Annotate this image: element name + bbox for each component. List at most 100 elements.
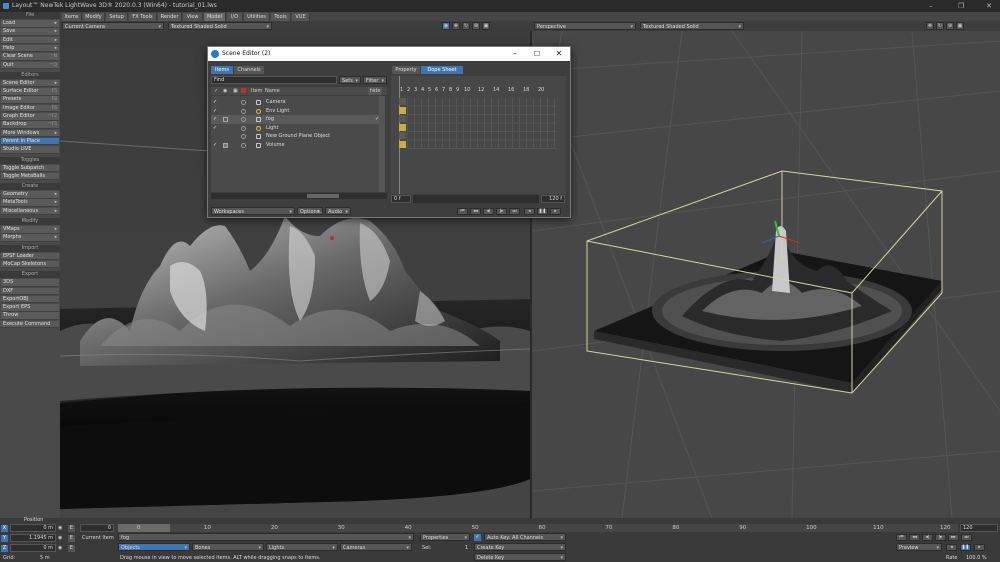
tool-button[interactable]: Export EPS	[1, 304, 59, 312]
find-input[interactable]: Find	[211, 76, 337, 84]
list-item[interactable]: ✓ fog ✓	[211, 115, 385, 124]
preview-select[interactable]: Preview	[896, 543, 942, 551]
frame-end-field[interactable]: 120 f	[541, 195, 565, 203]
sets-select[interactable]: Sets	[339, 76, 361, 84]
se-maximize-icon[interactable]: ☐	[526, 47, 548, 61]
dope-key[interactable]	[399, 132, 406, 139]
se-prev-frame-icon[interactable]: ◂|	[483, 208, 494, 215]
se-prev-key-icon[interactable]: ◂◂	[470, 208, 481, 215]
list-item[interactable]: ✓ Volume	[211, 141, 385, 150]
tool-button[interactable]: VMaps ▸	[1, 226, 59, 234]
close-icon[interactable]: ✕	[980, 1, 998, 11]
tab-dope-sheet[interactable]: Dope Sheet	[421, 66, 463, 74]
pause-icon[interactable]: ❚❚	[960, 544, 971, 551]
row-check[interactable]: ✓	[213, 141, 217, 150]
right-zoom-view-icon[interactable]: ⊕	[946, 22, 954, 30]
row-check[interactable]: ✓	[213, 124, 217, 133]
hide-button[interactable]: hide	[368, 87, 382, 95]
tab-channels[interactable]: Channels	[234, 66, 264, 74]
tool-button[interactable]: Surface Editor F5	[1, 88, 59, 96]
list-item[interactable]: ✓ Light	[211, 124, 385, 133]
prev-frame-icon[interactable]: ◂|	[922, 534, 933, 541]
z-position-field[interactable]: 0 m	[10, 544, 56, 552]
options-button[interactable]: Options...	[297, 207, 323, 215]
next-key-icon[interactable]: ▸▸	[948, 534, 959, 541]
list-h-scrollbar[interactable]	[211, 193, 387, 199]
dope-key[interactable]	[399, 140, 406, 148]
start-frame-field[interactable]: 0	[80, 524, 114, 532]
lock-icon[interactable]	[223, 117, 228, 122]
camera-view-icon[interactable]: ◉	[442, 22, 450, 30]
list-item[interactable]: New Ground Plane Object	[211, 132, 385, 141]
tool-button[interactable]: Presets F8	[1, 96, 59, 104]
se-last-frame-icon[interactable]: ⏭	[509, 208, 520, 215]
visibility-icon[interactable]	[241, 142, 246, 148]
se-next-frame-icon[interactable]: |▸	[496, 208, 507, 215]
menu-tab-render[interactable]: Render	[158, 13, 182, 21]
workspaces-select[interactable]: Workspaces	[211, 207, 295, 215]
menu-tab-items[interactable]: Items	[62, 13, 82, 21]
tool-button[interactable]: Help ▸	[1, 44, 59, 53]
right-move-view-icon[interactable]: ✥	[926, 22, 934, 30]
lock-icon[interactable]	[223, 142, 228, 148]
y-position-field[interactable]: 1.1945 m	[10, 534, 56, 542]
right-shading-select[interactable]: Textured Shaded Solid	[640, 22, 744, 30]
audio-button[interactable]: Audio	[325, 207, 351, 215]
tab-items[interactable]: Items	[211, 66, 233, 74]
dope-key[interactable]	[399, 115, 406, 122]
objects-select[interactable]: Objects	[118, 543, 190, 551]
tool-button[interactable]: Load ▸	[1, 20, 59, 28]
auto-key-select[interactable]: Auto Key: All Channels	[484, 533, 566, 541]
name-col-label[interactable]: Name	[265, 87, 280, 95]
row-check[interactable]: ✓	[213, 107, 217, 116]
visibility-icon[interactable]	[241, 125, 246, 131]
move-view-icon[interactable]: ✥	[452, 22, 460, 30]
menu-tab-tools[interactable]: Tools	[271, 13, 291, 21]
tool-button[interactable]: Graph Editor ^F2	[1, 113, 59, 121]
delete-key-button[interactable]: Delete Key	[474, 553, 566, 561]
row-check[interactable]: ✓	[213, 115, 217, 124]
play-back-icon[interactable]: ◂	[946, 544, 957, 551]
lights-select[interactable]: Lights	[266, 543, 338, 551]
last-frame-icon[interactable]: ⏭	[961, 534, 972, 541]
cameras-select[interactable]: Cameras	[340, 543, 412, 551]
minimize-icon[interactable]: –	[922, 1, 940, 11]
auto-key-checkbox[interactable]: ✓	[474, 534, 481, 541]
se-play-back-icon[interactable]: ◂	[524, 208, 535, 215]
end-frame-field[interactable]: 120	[960, 524, 998, 532]
tool-button[interactable]: Toggle Subpatch	[1, 164, 59, 172]
se-close-icon[interactable]: ✕	[548, 47, 570, 61]
light-marker-icon[interactable]	[330, 236, 334, 240]
next-frame-icon[interactable]: |▸	[935, 534, 946, 541]
visibility-icon[interactable]	[241, 108, 246, 114]
x-position-field[interactable]: 0 m	[10, 524, 56, 532]
tool-button[interactable]: Scene Editor ▸	[1, 79, 59, 88]
menu-tab-utilities[interactable]: Utilities	[244, 13, 270, 21]
se-first-frame-icon[interactable]: ⏮	[457, 208, 468, 215]
x-eye-icon[interactable]: ◉	[58, 525, 65, 532]
tool-button[interactable]: Image Editor F6	[1, 104, 59, 113]
y-eye-icon[interactable]: ◉	[58, 535, 65, 542]
left-shading-select[interactable]: Textured Shaded Solid	[168, 22, 272, 30]
tool-button[interactable]: Save ▸	[1, 28, 59, 36]
zoom-view-icon[interactable]: ⊕	[472, 22, 480, 30]
z-eye-icon[interactable]: ◉	[58, 545, 65, 552]
first-frame-icon[interactable]: ⏮	[896, 534, 907, 541]
scene-editor-window[interactable]: Scene Editor (2) – ☐ ✕ Items Channels Pr…	[207, 46, 571, 218]
menu-tab-modify[interactable]: Modify	[83, 13, 105, 21]
prev-key-icon[interactable]: ◂◂	[909, 534, 920, 541]
perspective-viewport[interactable]	[532, 31, 1000, 518]
create-key-button[interactable]: Create Key	[474, 543, 566, 551]
right-maximize-view-icon[interactable]: ▣	[956, 22, 964, 30]
list-scrollbar[interactable]	[379, 96, 385, 192]
tool-button[interactable]: 3DS	[1, 279, 59, 287]
dope-key[interactable]	[399, 123, 406, 131]
time-slider-thumb[interactable]	[118, 524, 170, 532]
tool-button[interactable]: Execute Command	[1, 320, 59, 329]
maximize-view-icon[interactable]: ▣	[482, 22, 490, 30]
tool-button[interactable]: ExportOBJ	[1, 295, 59, 304]
visibility-icon[interactable]	[241, 100, 246, 105]
se-play-icon[interactable]: ▸	[550, 208, 561, 215]
tool-button[interactable]: More Windows ▸	[1, 129, 59, 138]
tool-button[interactable]: Geometry ▸	[1, 191, 59, 199]
